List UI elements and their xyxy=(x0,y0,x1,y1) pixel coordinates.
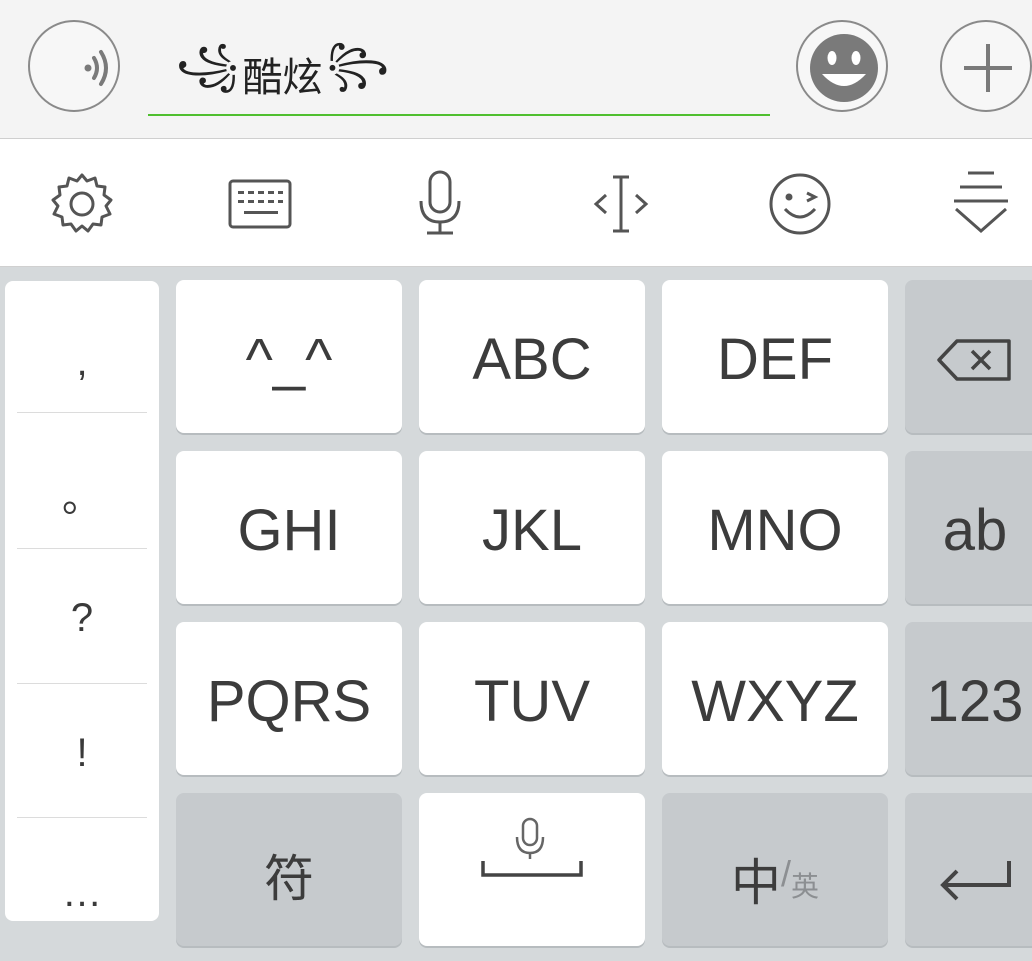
key-123[interactable]: 123 xyxy=(905,622,1032,775)
divider xyxy=(17,683,147,684)
message-input[interactable]: ꧁ 酷炫 ꧂ xyxy=(148,30,770,116)
wink-icon xyxy=(769,173,831,235)
smiley-icon xyxy=(810,34,878,102)
key-jkl[interactable]: JKL xyxy=(419,451,645,604)
backspace-key[interactable] xyxy=(905,280,1032,433)
symbol-list[interactable]: , 。 ? ! … xyxy=(5,281,159,921)
key-def[interactable]: DEF xyxy=(662,280,888,433)
key-symbols[interactable]: 符 xyxy=(176,793,402,946)
key-ghi[interactable]: GHI xyxy=(176,451,402,604)
voice-button[interactable] xyxy=(28,20,120,112)
voice-wave-icon xyxy=(84,50,108,86)
divider xyxy=(17,412,147,413)
symbol-exclaim[interactable]: ! xyxy=(17,686,147,821)
input-text: 酷炫 xyxy=(242,55,323,101)
key-tuv[interactable]: TUV xyxy=(419,622,645,775)
decor-left: ꧁ xyxy=(176,42,239,88)
emoji-button[interactable] xyxy=(796,20,888,112)
input-content: ꧁ 酷炫 ꧂ xyxy=(174,42,391,102)
lang-alt: 英 xyxy=(791,870,820,903)
voice-input-button[interactable] xyxy=(405,169,475,239)
symbol-comma[interactable]: , xyxy=(17,295,147,430)
cursor-move-icon xyxy=(593,175,649,233)
key-mno[interactable]: MNO xyxy=(662,451,888,604)
add-button[interactable] xyxy=(940,20,1032,112)
lang-sep: / xyxy=(780,853,791,894)
symbol-period[interactable]: 。 xyxy=(17,426,147,561)
microphone-icon xyxy=(419,170,461,235)
keyboard-toolbar xyxy=(0,139,1032,267)
symbol-ellipsis[interactable]: … xyxy=(17,826,147,961)
space-mic-icon xyxy=(481,817,583,877)
backspace-icon xyxy=(937,338,1011,381)
key-symbols-label: 符 xyxy=(264,850,314,908)
divider xyxy=(17,548,147,549)
collapse-keyboard-button[interactable] xyxy=(946,169,1016,239)
return-arrow-icon xyxy=(940,861,1011,901)
keyboard-icon xyxy=(228,179,292,229)
decor-right: ꧂ xyxy=(326,42,389,88)
key-emoticon[interactable]: ^_^ xyxy=(176,280,402,433)
emoji-panel-button[interactable] xyxy=(765,169,835,239)
symbol-question[interactable]: ? xyxy=(17,551,147,686)
key-wxyz[interactable]: WXYZ xyxy=(662,622,888,775)
collapse-keyboard-icon xyxy=(954,171,1008,233)
enter-key[interactable] xyxy=(905,793,1032,946)
key-ab[interactable]: ab xyxy=(905,451,1032,604)
plus-icon xyxy=(964,44,1012,92)
key-language-switch[interactable]: 中 / 英 xyxy=(662,793,888,946)
gear-icon xyxy=(51,173,113,233)
space-key[interactable] xyxy=(419,793,645,946)
input-bar: ꧁ 酷炫 ꧂ xyxy=(0,0,1032,139)
key-pqrs[interactable]: PQRS xyxy=(176,622,402,775)
keyboard-switch-button[interactable] xyxy=(226,169,296,239)
lang-main: 中 xyxy=(730,854,781,912)
key-abc[interactable]: ABC xyxy=(419,280,645,433)
divider xyxy=(17,817,147,818)
settings-button[interactable] xyxy=(47,169,117,239)
cursor-button[interactable] xyxy=(586,169,656,239)
